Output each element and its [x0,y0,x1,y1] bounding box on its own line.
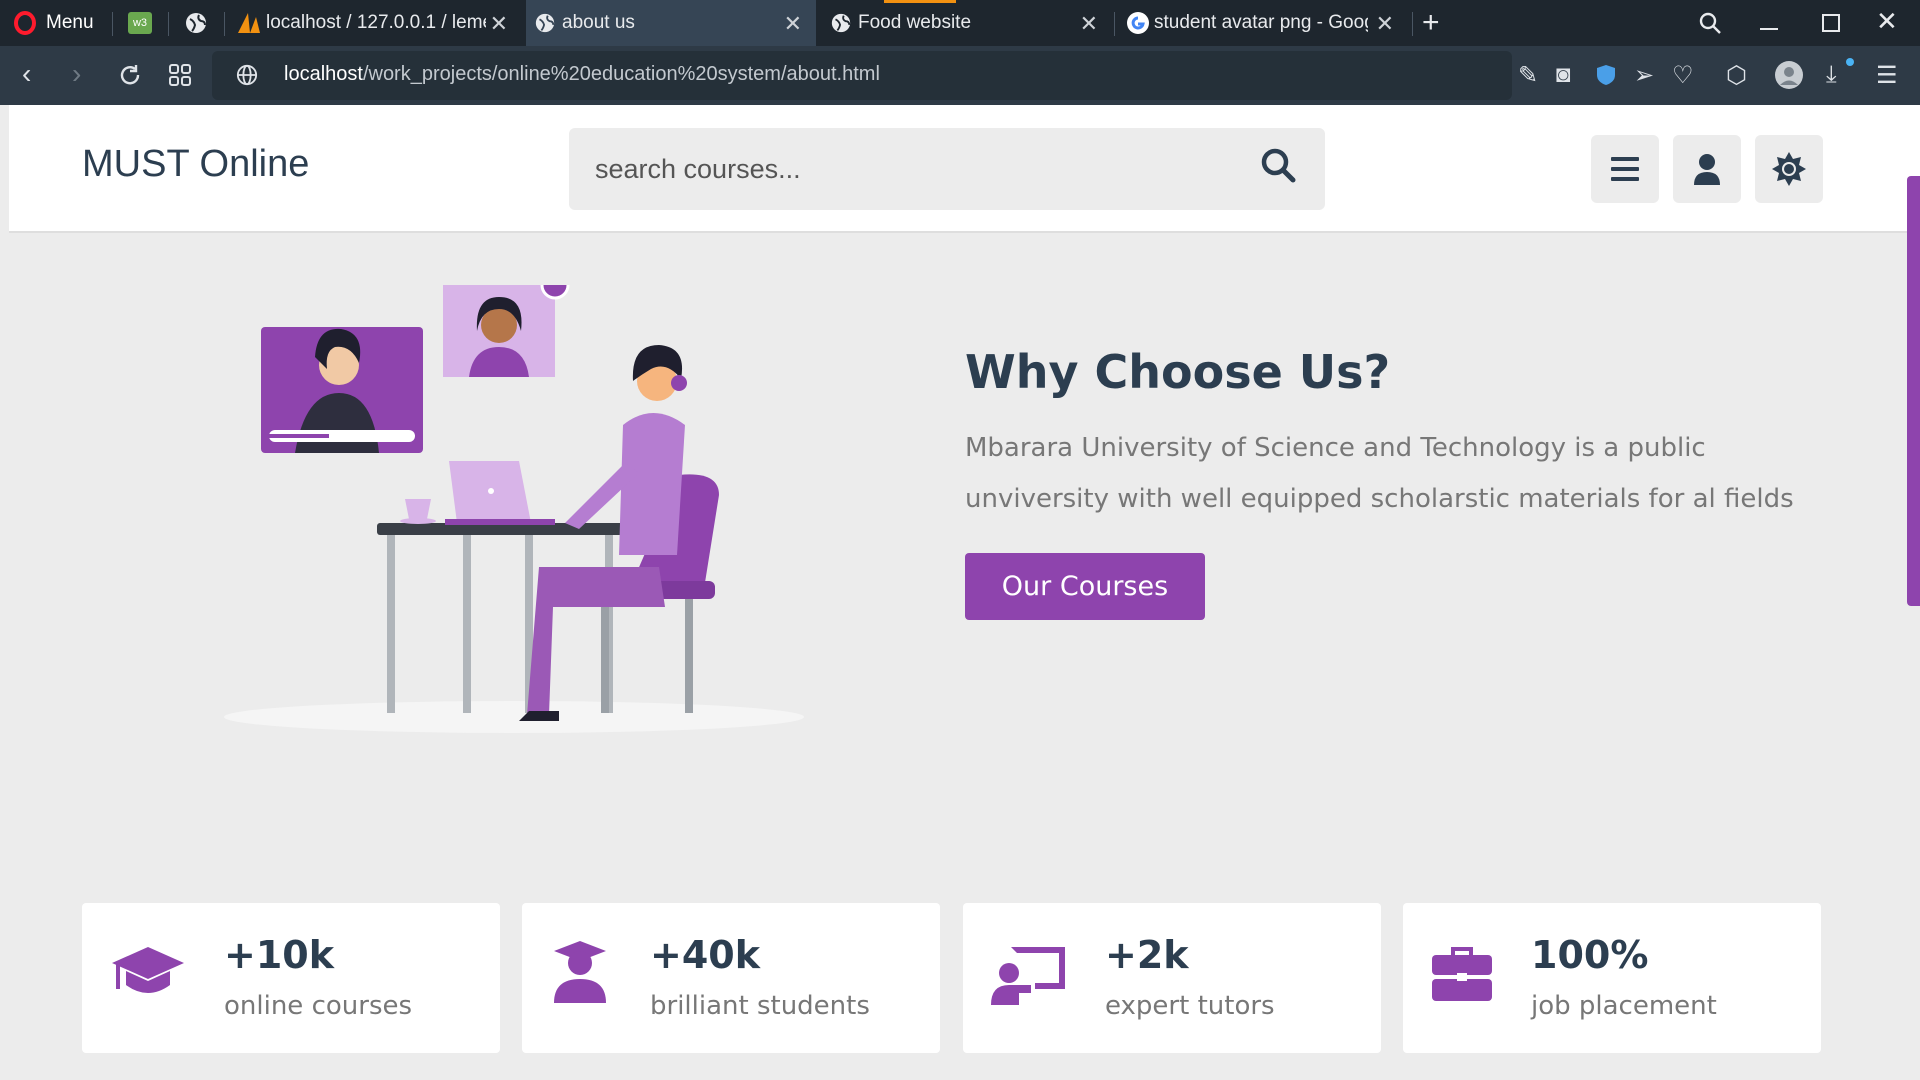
tab-title: localhost / 127.0.0.1 / leme [266,12,486,33]
tab-phpmyadmin[interactable]: localhost / 127.0.0.1 / leme ✕ [232,0,522,46]
speed-dial-grid-icon[interactable] [168,63,192,87]
opera-menu-button[interactable]: Menu [14,0,94,46]
tab-about-us[interactable]: about us ✕ [526,0,816,46]
search-icon[interactable] [1259,146,1299,186]
url-host: localhost [284,63,363,85]
search-input[interactable] [593,148,1237,190]
site-logo[interactable]: MUST Online [82,143,309,186]
globe-icon [186,13,206,33]
chalkboard-teacher-icon [991,947,1065,1005]
stat-label: job placement [1531,991,1717,1021]
page-scrollbar-thumb[interactable] [1907,176,1920,606]
stat-value: +10k [224,933,334,977]
close-tab-icon[interactable]: ✕ [1080,11,1098,37]
phpmyadmin-sail-icon [238,13,260,33]
browser-address-bar: ‹ › localhost/work_projects/online%20edu… [0,46,1920,105]
hero-description: Mbarara University of Science and Techno… [965,433,1794,514]
profile-avatar-icon[interactable] [1774,60,1804,90]
pinned-tab-w3[interactable]: w3 [128,12,152,34]
url-path: /work_projects/online%20education%20syst… [362,63,880,85]
login-button[interactable] [1673,135,1741,203]
stat-card-placement: 100% job placement [1403,903,1821,1053]
address-field[interactable]: localhost/work_projects/online%20educati… [212,51,1512,100]
stat-value: 100% [1531,933,1649,977]
easy-setup-icon[interactable]: ☰ [1876,61,1898,90]
reload-icon[interactable] [118,63,142,87]
back-arrow-icon[interactable]: ‹ [22,58,31,90]
user-icon [1694,154,1720,185]
tab-food-website[interactable]: Food website ✕ [822,0,1112,46]
forward-arrow-icon[interactable]: › [72,58,81,90]
stat-label: expert tutors [1105,991,1275,1021]
online-learning-illustration [224,285,804,733]
briefcase-icon [1432,947,1492,1001]
tab-title: Food website [858,12,972,33]
tab-google-search[interactable]: student avatar png - Googl ✕ [1118,0,1408,46]
loading-indicator [884,0,956,3]
hamburger-menu-icon [1611,157,1639,181]
stat-label: brilliant students [650,991,870,1021]
site-header: MUST Online [9,105,1920,233]
globe-icon [831,13,851,33]
close-tab-icon[interactable]: ✕ [490,11,508,37]
download-dot [1846,58,1854,66]
stat-card-tutors: +2k expert tutors [963,903,1381,1053]
theme-toggle-button[interactable] [1755,135,1823,203]
browser-tab-bar: Menu w3 localhost / 127.0.0.1 / leme ✕ a… [0,0,1920,46]
globe-icon [535,13,555,33]
stat-card-students: +40k brilliant students [522,903,940,1053]
tab-title: student avatar png - Googl [1154,12,1368,33]
user-graduate-icon [554,941,606,1003]
vpn-shield-icon[interactable] [1596,64,1616,86]
google-logo-icon [1127,12,1149,34]
minimize-window-icon[interactable] [1760,28,1778,30]
our-courses-button[interactable]: Our Courses [965,553,1205,620]
menu-label: Menu [46,12,94,33]
extensions-cube-icon[interactable]: ⬡ [1726,61,1747,90]
edit-page-icon[interactable]: ✎ [1518,61,1538,90]
close-tab-icon[interactable]: ✕ [784,11,802,37]
pinned-tab-globe[interactable] [184,11,208,40]
graduation-cap-icon [112,947,184,993]
heart-icon[interactable]: ♡ [1672,61,1694,90]
stat-value: +40k [650,933,760,977]
new-tab-button[interactable]: + [1422,6,1440,40]
menu-button[interactable] [1591,135,1659,203]
search-form [569,128,1325,210]
restore-window-icon[interactable] [1822,14,1840,32]
stat-label: online courses [224,991,413,1021]
web-page: MUST Online search courses... Why Choose… [9,105,1920,1080]
snapshot-camera-icon[interactable]: ◙ [1556,61,1571,89]
site-info-globe-icon[interactable] [236,64,258,86]
send-icon[interactable]: ➢ [1634,61,1654,90]
tab-title: about us [562,12,635,33]
sun-gear-icon [1772,152,1806,186]
download-icon[interactable]: ⤓ [1826,61,1837,89]
stat-value: +2k [1105,933,1189,977]
search-tabs-icon[interactable] [1698,11,1722,35]
opera-logo-icon [14,11,36,35]
close-tab-icon[interactable]: ✕ [1376,11,1394,37]
close-window-icon[interactable]: ✕ [1876,6,1898,37]
hero-title: Why Choose Us? [965,345,1391,399]
stat-card-courses: +10k online courses [82,903,500,1053]
